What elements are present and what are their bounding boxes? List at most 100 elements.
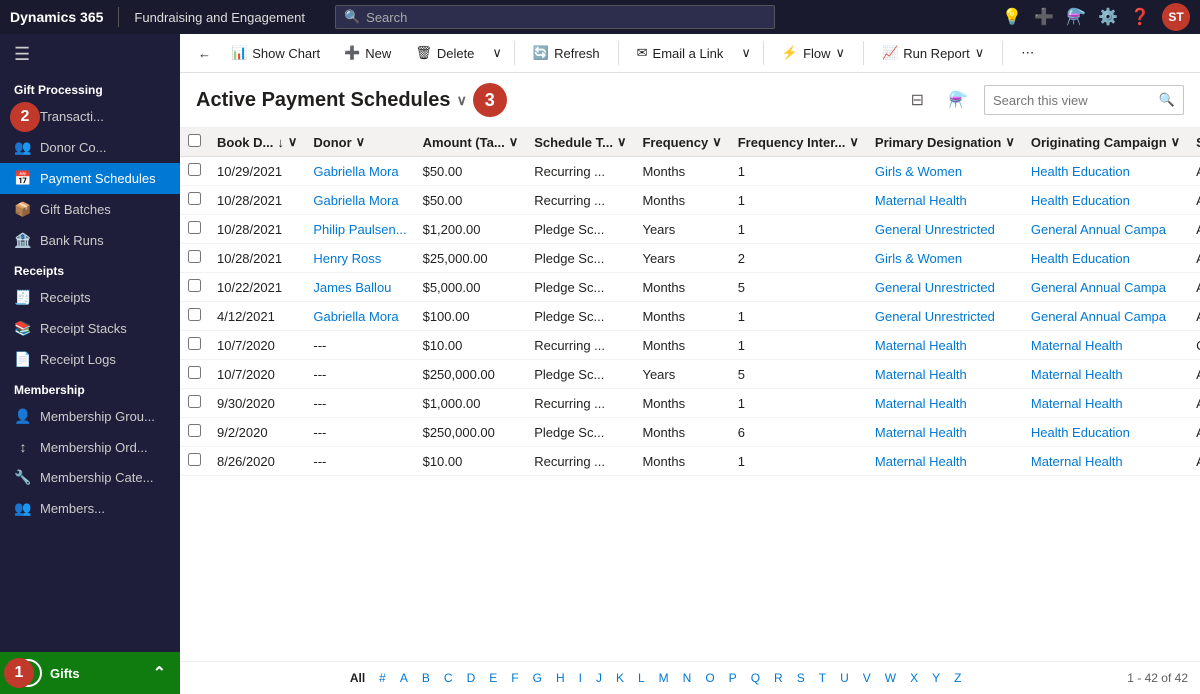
- row-checkbox[interactable]: [188, 395, 201, 408]
- settings-icon[interactable]: ⚙️: [1098, 7, 1118, 27]
- row-originating-campaign[interactable]: Health Education: [1023, 418, 1188, 447]
- row-originating-campaign[interactable]: General Annual Campa: [1023, 215, 1188, 244]
- col-book-date[interactable]: Book D... ↓ ∨: [209, 128, 305, 157]
- row-checkbox-cell[interactable]: [180, 302, 209, 331]
- col-sched-filter-icon[interactable]: ∨: [617, 134, 627, 150]
- sidebar-item-receipt-logs[interactable]: 📄 Receipt Logs: [0, 344, 180, 375]
- row-originating-campaign[interactable]: General Annual Campa: [1023, 302, 1188, 331]
- row-checkbox[interactable]: [188, 250, 201, 263]
- sidebar-item-receipt-stacks[interactable]: 📚 Receipt Stacks: [0, 313, 180, 344]
- delete-button[interactable]: 🗑 Delete: [405, 40, 484, 66]
- page-letter-t[interactable]: T: [813, 668, 832, 688]
- page-letter-j[interactable]: J: [590, 668, 608, 688]
- row-originating-campaign[interactable]: Health Education: [1023, 157, 1188, 186]
- row-primary-designation[interactable]: Girls & Women: [867, 244, 1023, 273]
- page-letter-v[interactable]: V: [857, 668, 877, 688]
- row-primary-designation[interactable]: Maternal Health: [867, 389, 1023, 418]
- select-all-checkbox[interactable]: [188, 134, 201, 147]
- sidebar-item-gift-batches[interactable]: 📦 Gift Batches: [0, 194, 180, 225]
- page-letter-p[interactable]: P: [723, 668, 743, 688]
- row-originating-campaign[interactable]: Maternal Health: [1023, 389, 1188, 418]
- row-checkbox[interactable]: [188, 308, 201, 321]
- col-orig-filter-icon[interactable]: ∨: [1171, 134, 1181, 150]
- row-checkbox-cell[interactable]: [180, 418, 209, 447]
- row-checkbox-cell[interactable]: [180, 215, 209, 244]
- global-search-input[interactable]: [366, 10, 766, 25]
- page-letter-h[interactable]: H: [550, 668, 571, 688]
- row-checkbox[interactable]: [188, 163, 201, 176]
- row-primary-designation[interactable]: Maternal Health: [867, 331, 1023, 360]
- sidebar-item-membership-cate[interactable]: 🔧 Membership Cate...: [0, 462, 180, 493]
- page-letter-c[interactable]: C: [438, 668, 459, 688]
- col-frequency[interactable]: Frequency ∨: [634, 128, 729, 157]
- page-letter-q[interactable]: Q: [745, 668, 766, 688]
- row-primary-designation[interactable]: Maternal Health: [867, 447, 1023, 476]
- row-checkbox[interactable]: [188, 192, 201, 205]
- col-prim-filter-icon[interactable]: ∨: [1005, 134, 1015, 150]
- sidebar-item-transactions[interactable]: 📋 Transacti... 2: [0, 101, 180, 132]
- row-primary-designation[interactable]: Maternal Health: [867, 418, 1023, 447]
- page-letter-d[interactable]: D: [461, 668, 482, 688]
- page-letter-#[interactable]: #: [373, 668, 392, 688]
- row-donor[interactable]: Henry Ross: [305, 244, 414, 273]
- row-donor[interactable]: Gabriella Mora: [305, 157, 414, 186]
- sidebar-item-payment-schedules[interactable]: 📅 Payment Schedules: [0, 163, 180, 194]
- view-layout-button[interactable]: ⊟: [903, 85, 932, 115]
- add-icon[interactable]: ➕: [1034, 7, 1054, 27]
- toolbar-chevron-down[interactable]: ∨: [488, 40, 506, 66]
- run-report-button[interactable]: 📈 Run Report ∨: [872, 40, 994, 66]
- search-this-view-input[interactable]: [993, 93, 1159, 108]
- flow-button[interactable]: ⚡ Flow ∨: [772, 40, 855, 66]
- back-button[interactable]: ←: [192, 41, 217, 66]
- gifts-nav-item[interactable]: G Gifts 1 ⌃: [0, 652, 180, 694]
- row-primary-designation[interactable]: General Unrestricted: [867, 273, 1023, 302]
- page-letter-b[interactable]: B: [416, 668, 436, 688]
- more-options-button[interactable]: ⋯: [1011, 40, 1044, 66]
- col-freq-int-filter-icon[interactable]: ∨: [849, 134, 859, 150]
- email-chevron[interactable]: ∨: [737, 40, 755, 66]
- row-originating-campaign[interactable]: Maternal Health: [1023, 331, 1188, 360]
- row-originating-campaign[interactable]: Health Education: [1023, 186, 1188, 215]
- row-checkbox-cell[interactable]: [180, 331, 209, 360]
- row-checkbox[interactable]: [188, 366, 201, 379]
- search-this-view-box[interactable]: 🔍: [984, 85, 1184, 115]
- col-status-reason[interactable]: Status Reas... ∨: [1188, 128, 1200, 157]
- row-checkbox-cell[interactable]: [180, 273, 209, 302]
- sidebar-item-receipts[interactable]: 🧾 Receipts: [0, 282, 180, 313]
- refresh-button[interactable]: 🔄 Refresh: [523, 40, 610, 66]
- page-letter-r[interactable]: R: [768, 668, 789, 688]
- row-primary-designation[interactable]: General Unrestricted: [867, 215, 1023, 244]
- row-donor[interactable]: Philip Paulsen...: [305, 215, 414, 244]
- sidebar-item-membership-grou[interactable]: 👤 Membership Grou...: [0, 401, 180, 432]
- row-primary-designation[interactable]: Maternal Health: [867, 360, 1023, 389]
- row-originating-campaign[interactable]: Maternal Health: [1023, 360, 1188, 389]
- view-filter-button[interactable]: ⚗️: [940, 85, 976, 115]
- col-freq-filter-icon[interactable]: ∨: [712, 134, 722, 150]
- page-letter-x[interactable]: X: [904, 668, 924, 688]
- row-donor[interactable]: Gabriella Mora: [305, 186, 414, 215]
- row-checkbox[interactable]: [188, 279, 201, 292]
- filter-icon[interactable]: ⚗️: [1066, 7, 1086, 27]
- row-checkbox-cell[interactable]: [180, 157, 209, 186]
- page-letter-z[interactable]: Z: [948, 668, 967, 688]
- page-letter-y[interactable]: Y: [926, 668, 946, 688]
- page-letter-w[interactable]: W: [879, 668, 902, 688]
- row-primary-designation[interactable]: Girls & Women: [867, 157, 1023, 186]
- sidebar-item-members[interactable]: 👥 Members...: [0, 493, 180, 524]
- col-originating-campaign[interactable]: Originating Campaign ∨: [1023, 128, 1188, 157]
- page-letter-i[interactable]: I: [573, 668, 588, 688]
- col-amount-filter-icon[interactable]: ∨: [509, 134, 519, 150]
- row-checkbox[interactable]: [188, 221, 201, 234]
- show-chart-button[interactable]: 📊 Show Chart: [221, 40, 330, 66]
- view-title-chevron[interactable]: ∨: [457, 92, 467, 109]
- row-checkbox-cell[interactable]: [180, 360, 209, 389]
- page-letter-all[interactable]: All: [344, 668, 371, 688]
- page-letter-l[interactable]: L: [632, 668, 651, 688]
- row-donor[interactable]: James Ballou: [305, 273, 414, 302]
- lightbulb-icon[interactable]: 💡: [1002, 7, 1022, 27]
- row-originating-campaign[interactable]: Health Education: [1023, 244, 1188, 273]
- email-link-button[interactable]: ✉ Email a Link: [627, 40, 734, 66]
- new-button[interactable]: ➕ New: [334, 40, 401, 66]
- col-donor[interactable]: Donor ∨: [305, 128, 414, 157]
- page-letter-o[interactable]: O: [699, 668, 720, 688]
